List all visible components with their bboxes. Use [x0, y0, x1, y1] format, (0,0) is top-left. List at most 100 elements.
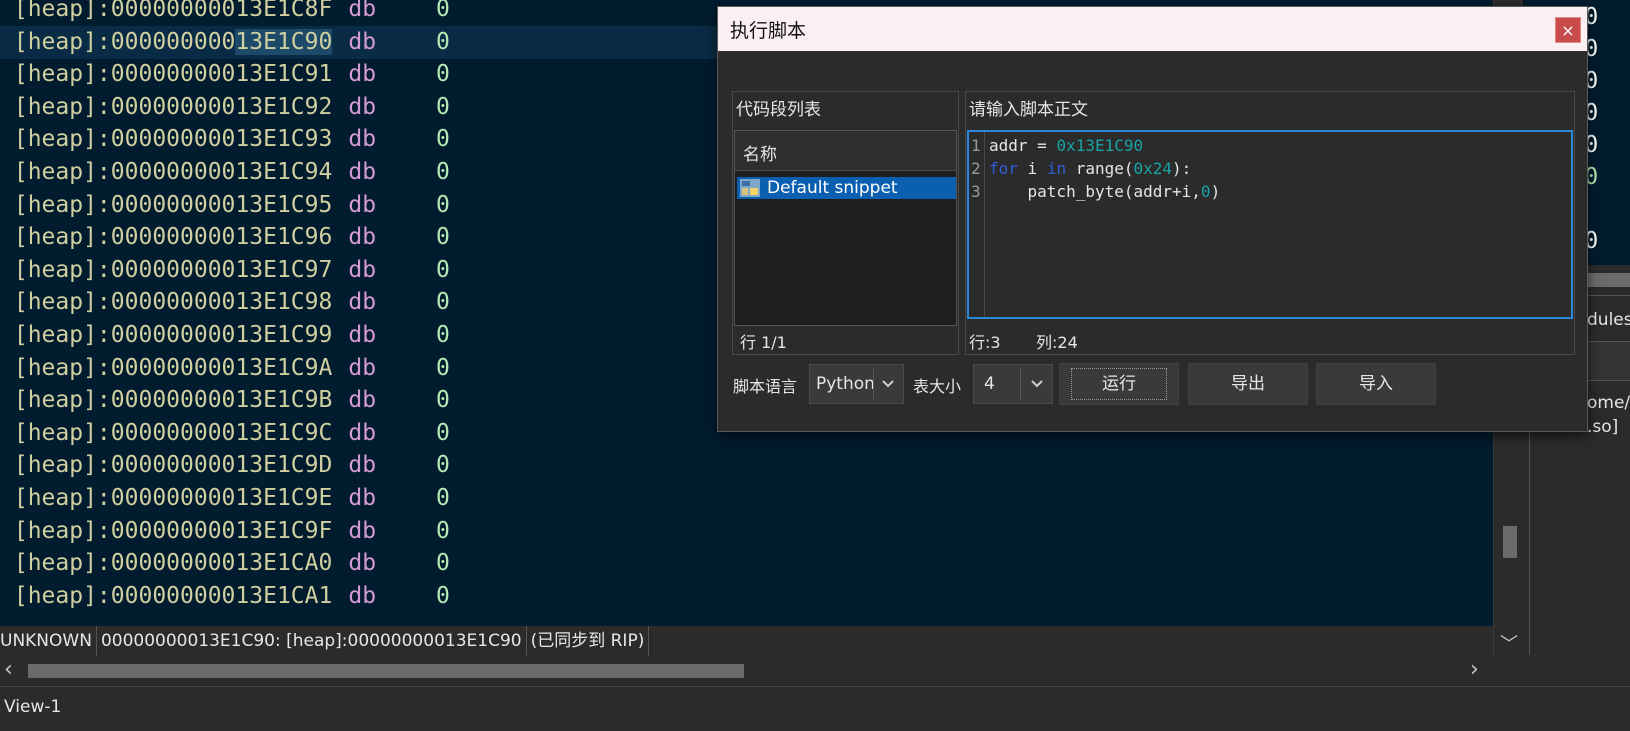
line-number-gutter: 1 2 3: [969, 132, 985, 317]
hex-scrollbar-thumb[interactable]: [1587, 273, 1630, 287]
segment-name: [heap]:: [0, 485, 111, 511]
address: 00000000013E1CA1: [110, 582, 333, 609]
operand-value: 0: [436, 387, 450, 414]
mnemonic: db: [348, 485, 377, 511]
scroll-left-icon[interactable]: ‹: [4, 657, 13, 682]
snippet-list[interactable]: 名称 Default snippet: [734, 130, 957, 326]
close-button[interactable]: ×: [1555, 17, 1581, 43]
address: 00000000013E1CA0: [110, 550, 333, 577]
script-editor[interactable]: 1 2 3 addr = 0x13E1C90 for i in range(0x…: [967, 130, 1573, 319]
python-icon: [740, 179, 760, 197]
operand-value: 0: [436, 159, 450, 185]
segment-name: [heap]:: [0, 322, 111, 348]
operand-value: 0: [436, 224, 450, 251]
execute-script-dialog: 执行脚本 × 代码段列表 名称 Default snippet 行 1/1 请输…: [717, 6, 1588, 432]
mnemonic: db: [348, 517, 377, 544]
operand-value: 0: [436, 28, 450, 55]
address: 00000000013E1C93: [110, 126, 333, 153]
mnemonic: db: [348, 354, 377, 381]
mnemonic: db: [348, 126, 377, 153]
editor-status-col: 列:24: [1036, 333, 1078, 352]
modules-filter[interactable]: [1587, 341, 1630, 381]
segment-name: [heap]:: [0, 517, 111, 544]
modules-entry[interactable]: ome/k .so]: [1587, 391, 1630, 439]
operand-value: 0: [436, 256, 450, 283]
segment-name: [heap]:: [0, 28, 111, 55]
mnemonic: db: [348, 322, 377, 348]
segment-name: [heap]:: [0, 550, 111, 577]
scroll-down-icon[interactable]: ﹀: [1500, 630, 1518, 656]
tabsize-select[interactable]: 4: [973, 364, 1053, 404]
segment-name: [heap]:: [0, 61, 111, 88]
disasm-horizontal-scrollbar[interactable]: ‹ ›: [0, 656, 1493, 686]
language-label: 脚本语言: [733, 377, 798, 396]
segment-name: [heap]:: [0, 582, 111, 609]
code-number: 0: [1200, 182, 1211, 201]
combo-separator: [1020, 368, 1021, 400]
tab-view-1[interactable]: View-1: [4, 697, 61, 717]
operand-value: 0: [436, 93, 450, 120]
operand-value: 0: [436, 452, 450, 479]
snippet-status: 行 1/1: [740, 333, 787, 352]
code-text: ): [1210, 182, 1221, 201]
code-text: ):: [1172, 159, 1192, 178]
address: 00000000013E1C94: [110, 159, 333, 185]
mnemonic: db: [348, 28, 377, 55]
mnemonic: db: [348, 387, 377, 414]
dialog-titlebar[interactable]: 执行脚本 ×: [718, 7, 1587, 51]
operand-value: 0: [436, 0, 450, 22]
mnemonic: db: [348, 0, 377, 22]
address: 00000000013E1C96: [110, 224, 333, 251]
disasm-line[interactable]: [heap]:00000000013E1C9F db 0: [0, 515, 1493, 548]
code-number: 0x13E1C90: [1056, 136, 1144, 155]
disasm-line[interactable]: [heap]:00000000013E1CA0 db 0: [0, 547, 1493, 580]
editor-status-line: 行:3: [969, 333, 1001, 352]
mnemonic: db: [348, 256, 377, 283]
status-segment: UNKNOWN: [0, 626, 97, 656]
operand-value: 0: [436, 517, 450, 544]
mnemonic: db: [348, 582, 377, 609]
code-text: range(: [1066, 159, 1134, 178]
export-button[interactable]: 导出: [1188, 363, 1308, 405]
mnemonic: db: [348, 159, 377, 185]
address: 000000000: [110, 28, 236, 55]
language-select[interactable]: Python: [809, 364, 904, 404]
segment-name: [heap]:: [0, 354, 111, 381]
mnemonic: db: [348, 61, 377, 88]
scroll-right-icon[interactable]: ›: [1470, 657, 1479, 682]
status-location: 00000000013E1C90: [heap]:00000000013E1C9…: [101, 626, 527, 656]
scrollbar-thumb[interactable]: [28, 664, 744, 678]
segment-name: [heap]:: [0, 159, 111, 185]
address: 00000000013E1C9C: [110, 419, 333, 446]
tabsize-label: 表大小: [913, 377, 962, 396]
mnemonic: db: [348, 452, 377, 479]
snippet-item-label: Default snippet: [767, 178, 898, 198]
segment-name: [heap]:: [0, 452, 111, 479]
modules-title[interactable]: dules: [1587, 310, 1630, 330]
snippet-item-default[interactable]: Default snippet: [737, 177, 956, 199]
chevron-down-icon: [1031, 380, 1043, 388]
snippets-label: 代码段列表: [736, 100, 821, 120]
address: 00000000013E1C99: [110, 322, 333, 348]
scrollbar-thumb[interactable]: [1503, 526, 1517, 558]
mnemonic: db: [348, 289, 377, 316]
editor-label: 请输入脚本正文: [969, 100, 1088, 120]
run-button[interactable]: 运行: [1059, 363, 1179, 405]
operand-value: 0: [436, 354, 450, 381]
disasm-status-line: UNKNOWN 00000000013E1C90: [heap]:00000000…: [0, 626, 1493, 656]
operand-value: 0: [436, 191, 450, 218]
mnemonic: db: [348, 550, 377, 577]
combo-separator: [873, 368, 874, 400]
code-keyword: in: [1046, 159, 1067, 178]
column-name-header: 名称: [743, 145, 777, 165]
disasm-line[interactable]: [heap]:00000000013E1CA1 db 0: [0, 580, 1493, 613]
line-number: 2: [971, 159, 981, 178]
code-text: addr =: [989, 136, 1057, 155]
code-text: patch_byte(addr+i,: [989, 182, 1201, 201]
segment-name: [heap]:: [0, 387, 111, 414]
line-number: 3: [971, 182, 981, 201]
disasm-line[interactable]: [heap]:00000000013E1C9D db 0: [0, 449, 1493, 482]
disasm-line[interactable]: [heap]:00000000013E1C9E db 0: [0, 482, 1493, 515]
import-button[interactable]: 导入: [1316, 363, 1436, 405]
snippet-list-header[interactable]: 名称: [735, 131, 956, 171]
